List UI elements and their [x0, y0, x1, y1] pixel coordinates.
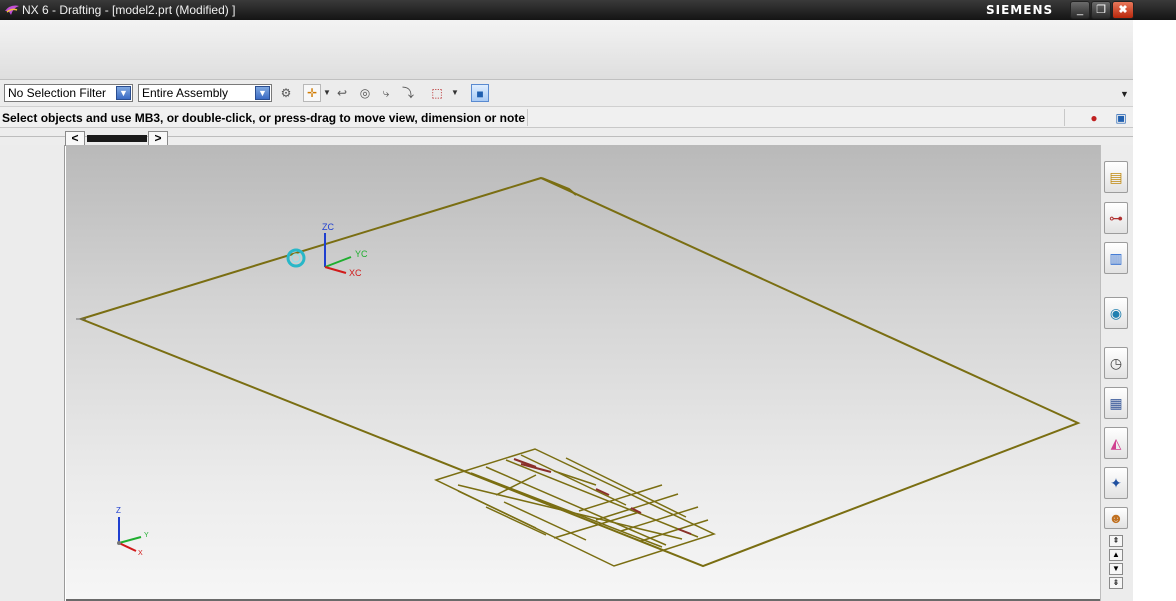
close-button[interactable]: ✖ — [1112, 1, 1134, 19]
selection-bar: No Selection Filter ▼ Entire Assembly ▼ … — [0, 80, 1133, 107]
graphics-window[interactable]: ZC YC XC Z Y X — [66, 145, 1100, 599]
nx-app-icon[interactable] — [4, 2, 20, 18]
view-triad: Z Y X — [116, 506, 149, 557]
toolbar-options-icon[interactable]: ▼ — [1120, 89, 1129, 99]
wcs-y-label: YC — [355, 249, 368, 259]
select-body-icon[interactable]: ◎ — [356, 84, 374, 102]
cue-line: Select objects and use MB3, or double-cl… — [0, 107, 1133, 128]
status-window-icon[interactable]: ▣ — [1113, 110, 1129, 126]
status-divider — [1064, 109, 1065, 126]
scroll-left-button[interactable]: < — [65, 131, 85, 146]
undo-selection-icon[interactable]: ↩ — [333, 84, 351, 102]
tab-scroller: < > — [0, 128, 1133, 146]
wcs-z-label: ZC — [322, 222, 334, 232]
triad-y-label: Y — [144, 532, 149, 539]
window-right-margin — [1133, 20, 1176, 601]
scroll-bottom-icon[interactable]: ⇟ — [1109, 577, 1123, 589]
general-object-icon[interactable]: ⚙ — [277, 84, 295, 102]
web-browser-icon[interactable]: ◉ — [1104, 297, 1128, 329]
wcs-triad: ZC YC XC — [322, 222, 368, 278]
title-block — [433, 448, 717, 567]
rectangle-select-icon[interactable]: ⬚ — [428, 84, 446, 102]
tab-scroll-track[interactable] — [87, 135, 147, 142]
title-bar: NX 6 - Drafting - [model2.prt (Modified)… — [0, 0, 1176, 20]
cue-line-text: Select objects and use MB3, or double-cl… — [2, 111, 526, 125]
scroll-up-icon[interactable]: ▲ — [1109, 549, 1123, 561]
scroll-down-icon[interactable]: ▼ — [1109, 563, 1123, 575]
assembly-navigator-icon[interactable]: ▤ — [1104, 161, 1128, 193]
system-materials-icon[interactable]: ▦ — [1104, 387, 1128, 419]
selection-filter-value: No Selection Filter — [8, 86, 107, 100]
tab-divider — [0, 136, 1133, 137]
drawing-canvas[interactable]: ZC YC XC Z Y X — [66, 145, 1100, 599]
selection-filter-dropdown[interactable]: No Selection Filter ▼ — [4, 84, 133, 102]
user-icon[interactable]: ☻ — [1104, 507, 1128, 529]
part-navigator-icon[interactable]: ⊶ — [1104, 202, 1128, 234]
wcs-x-label: XC — [349, 268, 362, 278]
roles-icon[interactable]: ✦ — [1104, 467, 1128, 499]
history-icon[interactable]: ◷ — [1104, 347, 1128, 379]
chevron-down-icon[interactable]: ▼ — [116, 86, 131, 100]
left-panel — [0, 145, 65, 601]
select-feature-icon[interactable]: ⤷ — [377, 84, 395, 102]
rectangle-select-dropdown-icon[interactable]: ▼ — [451, 88, 459, 97]
assembly-scope-dropdown[interactable]: Entire Assembly ▼ — [138, 84, 272, 102]
palette-icon[interactable]: ◭ — [1104, 427, 1128, 459]
maximize-button[interactable]: ❐ — [1091, 1, 1111, 19]
siemens-brand: SIEMENS — [986, 3, 1054, 17]
toolbar-area — [0, 20, 1133, 80]
resource-bar: ▤ ⊶ ▥ ◉ ◷ ▦ ◭ ✦ ☻ ⇞ ▲ ▼ ⇟ — [1100, 145, 1133, 601]
chevron-down-icon[interactable]: ▼ — [255, 86, 270, 100]
reuse-library-icon[interactable]: ▥ — [1104, 242, 1128, 274]
window-title: NX 6 - Drafting - [model2.prt (Modified)… — [22, 3, 236, 17]
triad-x-label: X — [138, 550, 143, 557]
scroll-top-icon[interactable]: ⇞ — [1109, 535, 1123, 547]
snap-point-icon[interactable]: ✛ — [303, 84, 321, 102]
status-globe-icon[interactable]: ● — [1086, 110, 1102, 126]
snap-point-dropdown-icon[interactable]: ▼ — [323, 88, 331, 97]
assembly-scope-value: Entire Assembly — [142, 86, 229, 100]
minimize-button[interactable]: _ — [1070, 1, 1090, 19]
triad-z-label: Z — [116, 506, 121, 515]
scroll-right-button[interactable]: > — [148, 131, 168, 146]
select-face-icon[interactable]: ⤵ — [399, 84, 417, 102]
status-divider — [527, 109, 528, 126]
view-cube-icon[interactable]: ■ — [471, 84, 489, 102]
